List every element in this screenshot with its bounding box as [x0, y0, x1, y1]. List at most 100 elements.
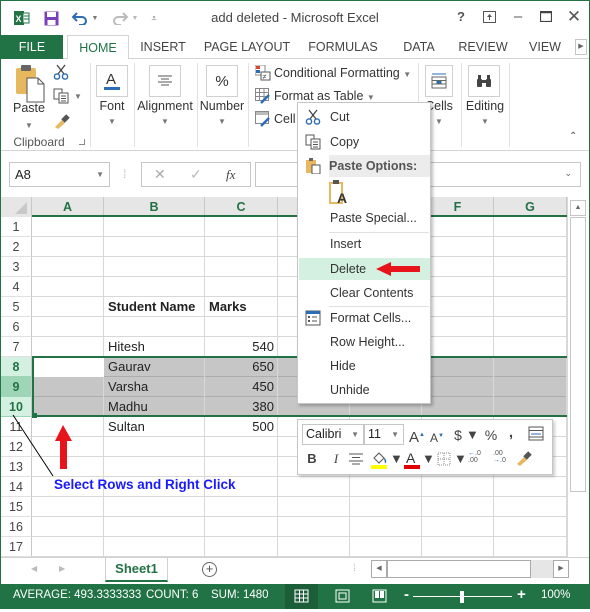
- menu-item-copy[interactable]: Copy: [299, 131, 430, 153]
- clipboard-dialog-launcher-icon[interactable]: [79, 139, 85, 145]
- alignment-dropdown-icon[interactable]: ▼: [135, 117, 195, 126]
- menu-item-row-height[interactable]: Row Height...: [299, 331, 430, 353]
- increase-font-size-icon[interactable]: A▲: [408, 425, 426, 446]
- sheet-scroll-left-icon[interactable]: ◀: [31, 564, 37, 573]
- menu-item-unhide[interactable]: Unhide: [299, 379, 430, 401]
- format-as-table-button[interactable]: Format as Table ▼: [274, 89, 375, 103]
- zoom-slider-thumb[interactable]: [460, 591, 464, 603]
- format-painter-icon[interactable]: [53, 113, 71, 129]
- menu-item-cut[interactable]: Cut: [299, 106, 430, 128]
- menu-item-hide[interactable]: Hide: [299, 355, 430, 377]
- tab-review[interactable]: REVIEW: [453, 35, 513, 59]
- horizontal-scroll-track[interactable]: [531, 560, 553, 578]
- ribbon-display-options-icon[interactable]: [479, 7, 499, 27]
- editing-dropdown-icon[interactable]: ▼: [461, 117, 509, 126]
- font-name-dropdown-icon[interactable]: ▼: [351, 430, 359, 439]
- fill-color-button[interactable]: [370, 449, 390, 471]
- zoom-level[interactable]: 100%: [541, 589, 570, 601]
- page-layout-view-button[interactable]: [331, 584, 355, 609]
- horizontal-scroll-thumb[interactable]: [387, 560, 531, 578]
- formula-bar: A8 ▼ ⁞ ✕ ✓ fx ⌄: [1, 151, 589, 199]
- vertical-scroll-thumb[interactable]: [570, 217, 586, 492]
- tab-page-layout[interactable]: PAGE LAYOUT: [199, 35, 295, 59]
- menu-item-format-cells[interactable]: Format Cells...: [299, 307, 430, 329]
- alignment-group-button[interactable]: [149, 65, 181, 97]
- conditional-formatting-button[interactable]: Conditional Formatting ▼: [274, 66, 411, 80]
- enter-icon[interactable]: ✓: [190, 166, 202, 183]
- help-icon[interactable]: ?: [451, 7, 471, 27]
- copy-dropdown-icon[interactable]: ▼: [74, 92, 82, 101]
- collapse-ribbon-icon[interactable]: ⌃: [569, 131, 577, 142]
- fill-color-dropdown-icon[interactable]: ▼: [390, 449, 403, 469]
- menu-item-clear-contents[interactable]: Clear Contents: [299, 282, 430, 304]
- paste-keep-text-only-button[interactable]: A: [328, 179, 350, 206]
- menu-item-paste-special[interactable]: Paste Special...: [299, 207, 430, 229]
- accounting-format-icon[interactable]: $: [451, 425, 465, 445]
- cancel-icon[interactable]: ✕: [154, 166, 166, 183]
- ribbon: Paste ▼ ▼ Clipboard A Font ▼ Alignment ▼…: [1, 59, 589, 151]
- borders-dropdown-icon[interactable]: ▼: [454, 449, 467, 469]
- name-box-dropdown-icon[interactable]: ▼: [96, 163, 104, 186]
- sheet-scroll-right-icon[interactable]: ▶: [59, 564, 65, 573]
- editing-group-button[interactable]: [468, 65, 500, 97]
- zoom-in-icon[interactable]: +: [517, 586, 526, 603]
- close-icon[interactable]: ✕: [564, 7, 584, 27]
- font-dropdown-icon[interactable]: ▼: [93, 117, 131, 126]
- cells-group-button[interactable]: [425, 65, 453, 97]
- name-box[interactable]: A8 ▼: [9, 162, 110, 187]
- wrap-text-icon[interactable]: [528, 426, 545, 442]
- font-color-dropdown-icon[interactable]: ▼: [422, 449, 435, 469]
- sheet-tab-sheet1[interactable]: Sheet1: [105, 558, 168, 582]
- expand-formula-bar-icon[interactable]: ⌄: [564, 168, 572, 179]
- annotation-overlay: [12, 414, 72, 477]
- zoom-out-icon[interactable]: -: [404, 586, 409, 603]
- vertical-scrollbar[interactable]: ▲: [567, 197, 589, 557]
- comma-style-icon[interactable]: ,: [506, 423, 516, 443]
- decrease-decimal-icon[interactable]: .00 →.0: [493, 450, 511, 468]
- tab-insert[interactable]: INSERT: [133, 35, 193, 59]
- scroll-tabs-right-icon[interactable]: ▶: [575, 39, 587, 55]
- center-align-icon[interactable]: [348, 453, 364, 465]
- font-name-box[interactable]: Calibri ▼: [302, 424, 364, 445]
- tab-file[interactable]: FILE: [1, 35, 63, 59]
- scroll-up-icon[interactable]: ▲: [570, 200, 586, 216]
- tab-formulas[interactable]: FORMULAS: [303, 35, 383, 59]
- normal-view-button[interactable]: [285, 584, 318, 609]
- tab-data[interactable]: DATA: [393, 35, 445, 59]
- cut-icon[interactable]: [53, 64, 69, 80]
- maximize-icon[interactable]: [536, 7, 556, 27]
- tab-home[interactable]: HOME: [67, 35, 129, 60]
- percent-style-icon[interactable]: %: [483, 425, 499, 445]
- number-dropdown-icon[interactable]: ▼: [198, 117, 246, 126]
- fill-color-swatch: [371, 465, 387, 469]
- paste-label: Paste: [13, 101, 45, 115]
- insert-function-icon[interactable]: fx: [226, 167, 235, 183]
- svg-text:A: A: [337, 190, 347, 205]
- page-break-preview-button[interactable]: [369, 584, 393, 609]
- increase-decimal-icon[interactable]: ←.0.00: [468, 450, 486, 468]
- scroll-right-icon[interactable]: ▶: [553, 560, 569, 578]
- bold-button[interactable]: B: [305, 449, 319, 469]
- paste-dropdown-icon[interactable]: ▼: [11, 121, 47, 130]
- status-sum: SUM: 1480: [211, 589, 269, 601]
- copy-icon[interactable]: [53, 88, 69, 104]
- tab-view[interactable]: VIEW: [521, 35, 569, 59]
- font-group-button[interactable]: A: [96, 65, 128, 97]
- minimize-icon[interactable]: –: [508, 7, 528, 27]
- tab-split-grip-icon[interactable]: ⁞: [353, 563, 356, 574]
- decrease-font-size-icon[interactable]: A▼: [429, 426, 445, 446]
- format-as-table-icon: [255, 88, 271, 104]
- menu-item-insert[interactable]: Insert: [299, 233, 430, 255]
- font-color-button[interactable]: A: [403, 449, 421, 471]
- italic-button[interactable]: I: [329, 449, 343, 469]
- number-group-button[interactable]: %: [206, 65, 238, 97]
- font-size-box[interactable]: 11 ▼: [364, 424, 404, 445]
- new-sheet-icon[interactable]: +: [202, 562, 217, 577]
- format-painter-icon[interactable]: [515, 450, 533, 468]
- font-size-dropdown-icon[interactable]: ▼: [391, 430, 399, 439]
- scroll-left-icon[interactable]: ◀: [371, 560, 387, 578]
- borders-icon[interactable]: [437, 452, 451, 466]
- cell-styles-button[interactable]: Cell Styles: [274, 112, 296, 126]
- accounting-dropdown-icon[interactable]: ▼: [466, 425, 479, 445]
- spreadsheet-grid[interactable]: ABCDEFG 1234567891011121314151617 Studen…: [1, 197, 567, 557]
